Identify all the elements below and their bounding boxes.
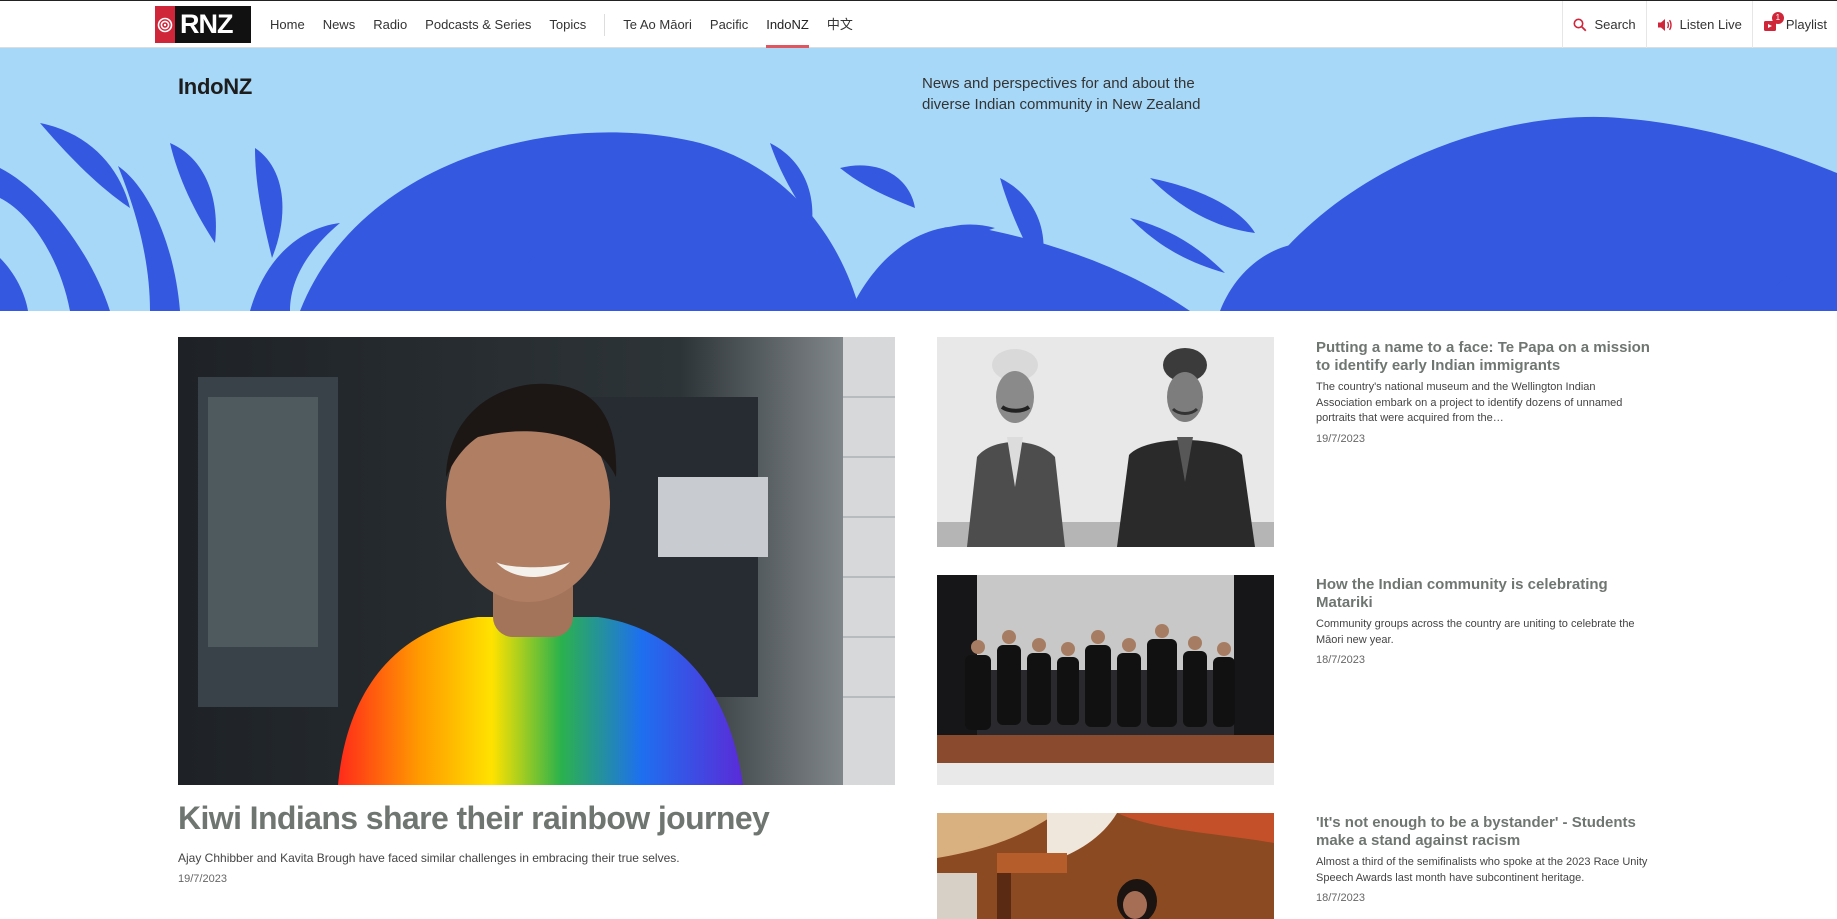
- search-icon: [1573, 18, 1587, 32]
- story-image-te-papa[interactable]: [937, 337, 1274, 547]
- playlist-label: Playlist: [1785, 17, 1827, 32]
- playlist-count-badge: 1: [1771, 11, 1784, 24]
- story-date: 18/7/2023: [1316, 892, 1365, 904]
- nav-item-indonz[interactable]: IndoNZ: [766, 1, 809, 49]
- nav-item-home[interactable]: Home: [270, 1, 305, 49]
- header-utilities: Search Listen Live 1 Playlist: [1562, 1, 1837, 49]
- story-date: 19/7/2023: [1316, 432, 1365, 445]
- nav-item-topics[interactable]: Topics: [549, 1, 586, 49]
- story-title[interactable]: Putting a name to a face: Te Papa on a m…: [1316, 339, 1651, 375]
- section-hero-banner: IndoNZ News and perspectives for and abo…: [0, 48, 1837, 311]
- nav-item-radio[interactable]: Radio: [373, 1, 407, 49]
- speaker-icon: [1657, 18, 1673, 32]
- section-title: IndoNZ: [178, 74, 252, 99]
- feature-story-summary: Ajay Chhibber and Kavita Brough have fac…: [178, 851, 680, 865]
- story-image-bystander[interactable]: [937, 813, 1274, 919]
- nav-item-te-ao-maori[interactable]: Te Ao Māori: [623, 1, 692, 49]
- story-summary: The country's national museum and the We…: [1316, 381, 1623, 424]
- playlist-button[interactable]: 1 Playlist: [1751, 1, 1837, 48]
- feature-story-date: 19/7/2023: [178, 873, 227, 885]
- playlist-icon: 1: [1763, 11, 1784, 32]
- story-title[interactable]: 'It's not enough to be a bystander' - St…: [1316, 814, 1651, 850]
- section-description: News and perspectives for and about the …: [922, 75, 1201, 113]
- story-title[interactable]: How the Indian community is celebrating …: [1316, 576, 1651, 612]
- story-te-papa: Putting a name to a face: Te Papa on a m…: [1316, 339, 1651, 445]
- story-image-matariki[interactable]: [937, 575, 1274, 785]
- nav-item-chinese[interactable]: 中文: [827, 1, 853, 49]
- nav-item-news[interactable]: News: [323, 1, 356, 49]
- listen-live-button[interactable]: Listen Live: [1645, 1, 1752, 48]
- story-summary: Community groups across the country are …: [1316, 618, 1635, 646]
- story-summary: Almost a third of the semifinalists who …: [1316, 856, 1648, 884]
- feature-story-image[interactable]: [178, 337, 895, 785]
- story-bystander: 'It's not enough to be a bystander' - St…: [1316, 814, 1651, 904]
- nav-divider: [604, 14, 606, 36]
- story-date: 18/7/2023: [1316, 654, 1365, 666]
- search-label: Search: [1594, 17, 1636, 32]
- rnz-logo[interactable]: RNZ: [155, 6, 251, 43]
- nav-item-podcasts-series[interactable]: Podcasts & Series: [425, 1, 531, 49]
- listen-live-label: Listen Live: [1679, 17, 1742, 32]
- main-nav: Home News Radio Podcasts & Series Topics…: [270, 1, 871, 49]
- site-header: RNZ Home News Radio Podcasts & Series To…: [0, 0, 1837, 49]
- koru-pattern-decoration: [0, 116, 1837, 311]
- story-matariki: How the Indian community is celebrating …: [1316, 576, 1651, 666]
- nav-item-pacific[interactable]: Pacific: [710, 1, 748, 49]
- feature-story-title[interactable]: Kiwi Indians share their rainbow journey: [178, 800, 770, 837]
- search-button[interactable]: Search: [1562, 1, 1645, 48]
- rnz-logo-mark-icon: [155, 6, 175, 43]
- rnz-logo-text: RNZ: [180, 9, 233, 39]
